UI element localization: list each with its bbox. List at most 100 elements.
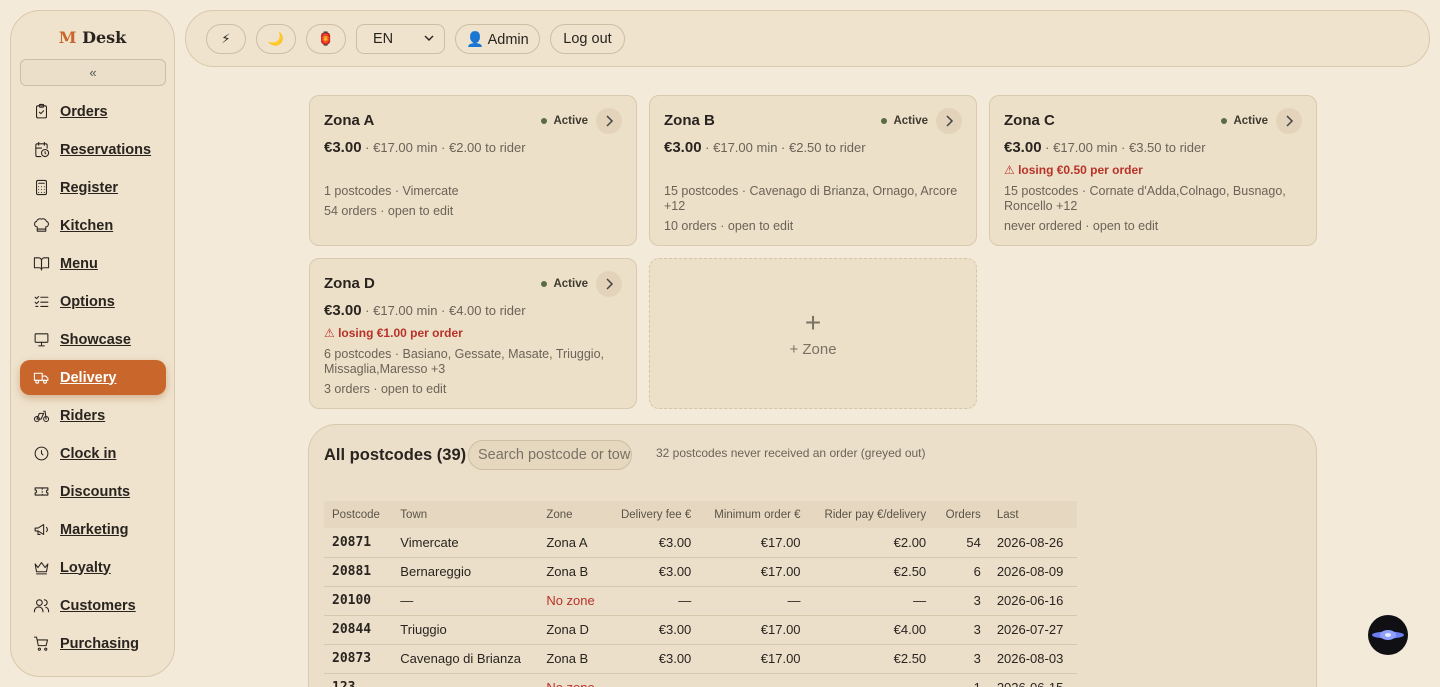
zone-card-c[interactable]: Zona C Active €3.00 · €17.00 min · €3.50… — [989, 95, 1317, 246]
assistant-button[interactable] — [1368, 615, 1408, 655]
status-text: Active — [893, 115, 928, 127]
column-header[interactable]: Last — [988, 501, 1077, 528]
table-row[interactable]: 20873 Cavenago di Brianza Zona B €3.00 €17.0… — [324, 644, 1077, 674]
sidebar: M Desk « Orders Reservations Register Ki… — [10, 10, 175, 677]
status-dot — [1221, 118, 1228, 124]
sidebar-item-menu[interactable]: Menu — [20, 246, 166, 281]
sidebar-item-delivery[interactable]: Delivery — [20, 360, 166, 395]
column-header[interactable]: Town — [392, 501, 539, 528]
zone-orders: 54 orders · open to edit — [324, 204, 454, 218]
column-header[interactable]: Delivery fee € — [607, 501, 700, 528]
zone-orders: never ordered · open to edit — [1004, 219, 1159, 233]
zone-postcodes: 6 postcodes · Basiano, Gessate, Masate, … — [324, 347, 605, 376]
zone-card-a[interactable]: Zona A Active €3.00 · €17.00 min · €2.00… — [309, 95, 637, 246]
zone-orders: 3 orders · open to edit — [324, 382, 447, 396]
sidebar-item-reservations[interactable]: Reservations — [20, 132, 166, 167]
column-header[interactable]: Rider pay €/delivery — [808, 501, 935, 528]
calendar-clock-icon — [35, 141, 50, 158]
cell-rider: €2.50 — [808, 644, 935, 674]
logo-text: Desk — [82, 28, 127, 47]
cell-rider: €2.00 — [808, 528, 935, 558]
cell-orders: 3 — [934, 586, 989, 616]
moon-icon: 🌙 — [267, 31, 285, 46]
cell-min: €17.00 — [699, 644, 809, 674]
zone-card-b[interactable]: Zona B Active €3.00 · €17.00 min · €2.50… — [649, 95, 977, 246]
sidebar-item-riders[interactable]: Riders — [20, 398, 166, 433]
status-badge: Active — [881, 115, 928, 127]
status-badge: Active — [541, 278, 588, 290]
app-logo[interactable]: M Desk — [11, 28, 174, 48]
quick-action-button[interactable]: ⚡ — [206, 24, 246, 54]
sidebar-item-label: Reservations — [60, 141, 152, 158]
sidebar-item-customers[interactable]: Customers — [20, 588, 166, 623]
sidebar-item-discounts[interactable]: Discounts — [20, 474, 166, 509]
column-header[interactable]: Zone — [538, 501, 608, 528]
cell-fee: €3.00 — [607, 615, 700, 645]
sidebar-item-label: Showcase — [60, 331, 131, 348]
sidebar-item-orders[interactable]: Orders — [20, 94, 166, 129]
sidebar-item-showcase[interactable]: Showcase — [20, 322, 166, 357]
zone-pricing: €3.00 · €17.00 min · €3.50 to rider — [1004, 139, 1206, 156]
logout-button[interactable]: Log out — [550, 24, 625, 54]
cell-orders: 3 — [934, 615, 989, 645]
column-header[interactable]: Orders — [934, 501, 989, 528]
table-row[interactable]: 20871 Vimercate Zona A €3.00 €17.00 €2.00 54 20… — [324, 528, 1077, 558]
collapse-sidebar-button[interactable]: « — [20, 59, 166, 86]
logo-mark: M — [58, 28, 77, 47]
sidebar-item-register[interactable]: Register — [20, 170, 166, 205]
language-select[interactable]: EN — [356, 24, 445, 54]
bike-icon — [33, 410, 50, 423]
zone-name: Zona D — [324, 275, 375, 292]
calculator-icon — [36, 179, 47, 196]
cell-orders: 6 — [934, 557, 989, 587]
column-header[interactable]: Postcode — [324, 501, 393, 528]
sidebar-item-kitchen[interactable]: Kitchen — [20, 208, 166, 243]
admin-button[interactable]: 👤 Admin — [455, 24, 540, 54]
status-text: Active — [553, 278, 588, 290]
cell-fee — [607, 673, 700, 687]
table-row[interactable]: 20881 Bernareggio Zona B €3.00 €17.00 €2.50 6 2… — [324, 557, 1077, 587]
chevron-right-icon — [946, 115, 954, 127]
cell-zone: Zona B — [538, 644, 608, 674]
cell-min: — — [699, 586, 809, 616]
cell-min — [699, 673, 809, 687]
zone-card-d[interactable]: Zona D Active €3.00 · €17.00 min · €4.00… — [309, 258, 637, 409]
zone-name: Zona C — [1004, 112, 1055, 129]
assistant-orb-icon — [1372, 630, 1404, 640]
status-text: Active — [1233, 115, 1268, 127]
cell-last: 2026-06-15 — [988, 673, 1077, 687]
cell-min: €17.00 — [699, 557, 809, 587]
open-zone-button[interactable] — [936, 108, 962, 134]
sidebar-item-marketing[interactable]: Marketing — [20, 512, 166, 547]
add-zone-button[interactable]: + + Zone — [649, 258, 977, 409]
table-row[interactable]: 20100— No zone — — —3 2026-06-16 — [324, 586, 1077, 616]
open-zone-button[interactable] — [596, 271, 622, 297]
book-open-icon — [33, 257, 50, 271]
sidebar-item-label: Clock in — [60, 445, 117, 462]
cell-zone: Zona B — [538, 557, 608, 587]
sidebar-item-loyalty[interactable]: Loyalty — [20, 550, 166, 585]
zone-pricing: €3.00 · €17.00 min · €4.00 to rider — [324, 302, 526, 319]
zone-name: Zona A — [324, 112, 375, 129]
sidebar-item-options[interactable]: Options — [20, 284, 166, 319]
panel-title: All postcodes (39) — [324, 446, 467, 464]
status-badge: Active — [1221, 115, 1268, 127]
zone-fee: €3.00 — [324, 139, 362, 156]
cell-orders: 3 — [934, 644, 989, 674]
table-row[interactable]: 123 No zone 12026-06-15 — [324, 673, 1077, 687]
theme-toggle-button[interactable]: 🌙 — [256, 24, 296, 54]
open-zone-button[interactable] — [596, 108, 622, 134]
cell-postcode: 20844 — [324, 615, 393, 645]
zone-details: · €17.00 min · €2.00 to rider — [365, 140, 526, 155]
status-dot — [541, 281, 548, 287]
sidebar-item-clock-in[interactable]: Clock in — [20, 436, 166, 471]
column-header[interactable]: Minimum order € — [699, 501, 809, 528]
zone-fee: €3.00 — [1004, 139, 1042, 156]
table-row[interactable]: 20844 Triuggio Zona D €3.00 €17.00 €4.00 3 2026… — [324, 615, 1077, 645]
chevron-down-icon — [424, 35, 434, 41]
open-zone-button[interactable] — [1276, 108, 1302, 134]
cell-last: 2026-08-09 — [988, 557, 1077, 587]
sidebar-item-purchasing[interactable]: Purchasing — [20, 626, 166, 661]
lantern-button[interactable]: 🏮 — [306, 24, 346, 54]
search-input[interactable]: Search postcode or town — [468, 440, 632, 470]
